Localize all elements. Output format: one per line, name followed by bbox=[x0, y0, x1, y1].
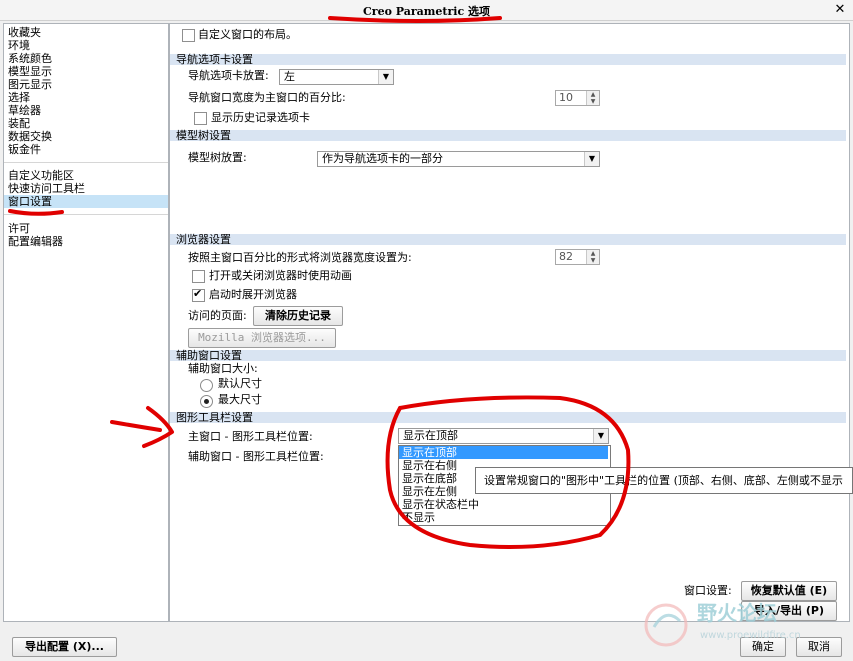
main-toolbar-position-label: 主窗口 - 图形工具栏位置: bbox=[188, 430, 313, 443]
option-status-bar[interactable]: 显示在状态栏中 bbox=[399, 498, 608, 511]
spinner-arrows-icon[interactable]: ▲ ▼ bbox=[586, 250, 599, 264]
chevron-down-icon[interactable]: ▼ bbox=[584, 152, 599, 166]
browser-width-spinner[interactable]: 82 ▲ ▼ bbox=[555, 249, 600, 265]
sidebar-item-assembly[interactable]: 装配 bbox=[8, 117, 30, 130]
option-hidden[interactable]: 不显示 bbox=[399, 511, 608, 524]
custom-layout-label: 自定义窗口的布局。 bbox=[198, 28, 297, 41]
nav-placement-value: 左 bbox=[284, 70, 295, 83]
graphics-toolbar-section-header: 图形工具栏设置 bbox=[170, 412, 846, 423]
nav-width-value: 10 bbox=[559, 91, 573, 104]
show-history-checkbox[interactable] bbox=[194, 112, 207, 125]
spinner-arrows-icon[interactable]: ▲ ▼ bbox=[586, 91, 599, 105]
sidebar-item-license[interactable]: 许可 bbox=[8, 222, 30, 235]
default-size-label: 默认尺寸 bbox=[218, 377, 262, 390]
browser-expand-checkbox[interactable] bbox=[192, 287, 205, 302]
model-tree-placement-value: 作为导航选项卡的一部分 bbox=[322, 152, 443, 165]
export-config-button[interactable]: 导出配置 (X)... bbox=[12, 637, 117, 657]
nav-placement-select[interactable]: 左 ▼ bbox=[279, 69, 394, 85]
sidebar-item-system-colors[interactable]: 系统颜色 bbox=[8, 52, 52, 65]
sidebar-item-model-display[interactable]: 模型显示 bbox=[8, 65, 52, 78]
clear-history-button[interactable]: 清除历史记录 bbox=[253, 306, 343, 326]
watermark-text: 野火论坛 bbox=[697, 601, 777, 625]
watermark-url: www.proewildfire.cn bbox=[700, 630, 801, 641]
sidebar-item-window-settings[interactable]: 窗口设置 bbox=[4, 195, 168, 208]
sidebar-item-quick-access[interactable]: 快速访问工具栏 bbox=[8, 182, 85, 195]
browser-section-header: 浏览器设置 bbox=[170, 234, 846, 245]
watermark-logo-icon bbox=[644, 603, 688, 647]
nav-placement-label: 导航选项卡放置: bbox=[188, 69, 269, 82]
sidebar-item-sketcher[interactable]: 草绘器 bbox=[8, 104, 41, 117]
nav-width-spinner[interactable]: 10 ▲ ▼ bbox=[555, 90, 600, 106]
option-top[interactable]: 显示在顶部 bbox=[399, 446, 608, 459]
browser-expand-label: 启动时展开浏览器 bbox=[209, 288, 297, 301]
tooltip: 设置常规窗口的"图形中"工具栏的位置 (顶部、右侧、底部、左侧或不显示 bbox=[475, 467, 853, 494]
show-history-label: 显示历史记录选项卡 bbox=[211, 111, 310, 124]
sidebar-item-data-exchange[interactable]: 数据交换 bbox=[8, 130, 52, 143]
browser-animation-label: 打开或关闭浏览器时使用动画 bbox=[209, 269, 352, 282]
sidebar-item-selection[interactable]: 选择 bbox=[8, 91, 30, 104]
model-tree-placement-select[interactable]: 作为导航选项卡的一部分 ▼ bbox=[317, 151, 600, 167]
nav-section-header: 导航选项卡设置 bbox=[170, 54, 846, 65]
default-size-radio[interactable] bbox=[200, 379, 213, 392]
options-sidebar: 收藏夹 环境 系统颜色 模型显示 图元显示 选择 草绘器 装配 数据交换 钣金件… bbox=[3, 23, 169, 622]
browser-width-label: 按照主窗口百分比的形式将浏览器宽度设置为: bbox=[188, 251, 412, 264]
mozilla-options-button[interactable]: Mozilla 浏览器选项... bbox=[188, 328, 336, 348]
aux-toolbar-position-label: 辅助窗口 - 图形工具栏位置: bbox=[188, 450, 324, 463]
max-size-radio[interactable] bbox=[200, 395, 213, 408]
sidebar-item-customize-ribbon[interactable]: 自定义功能区 bbox=[8, 169, 74, 182]
sidebar-divider bbox=[4, 162, 168, 163]
close-icon[interactable]: ✕ bbox=[832, 2, 848, 18]
chevron-down-icon[interactable]: ▼ bbox=[593, 429, 608, 443]
sidebar-item-environment[interactable]: 环境 bbox=[8, 39, 30, 52]
aux-section-header: 辅助窗口设置 bbox=[170, 350, 846, 361]
forum-watermark: 野火论坛 www.proewildfire.cn bbox=[640, 595, 850, 655]
model-tree-section-header: 模型树设置 bbox=[170, 130, 846, 141]
sidebar-item-entity-display[interactable]: 图元显示 bbox=[8, 78, 52, 91]
aux-size-label: 辅助窗口大小: bbox=[188, 362, 258, 375]
sidebar-item-sheetmetal[interactable]: 钣金件 bbox=[8, 143, 41, 156]
model-tree-placement-label: 模型树放置: bbox=[188, 151, 247, 164]
nav-width-label: 导航窗口宽度为主窗口的百分比: bbox=[188, 91, 346, 104]
sidebar-item-favorites[interactable]: 收藏夹 bbox=[8, 26, 41, 39]
sidebar-item-config-editor[interactable]: 配置编辑器 bbox=[8, 235, 63, 248]
visited-pages-label: 访问的页面: bbox=[188, 309, 247, 322]
max-size-label: 最大尺寸 bbox=[218, 393, 262, 406]
window-title: Creo Parametric 选项 bbox=[363, 5, 490, 18]
custom-layout-checkbox[interactable] bbox=[182, 29, 195, 42]
chevron-down-icon[interactable]: ▼ bbox=[378, 70, 393, 84]
browser-animation-checkbox[interactable] bbox=[192, 270, 205, 283]
browser-width-value: 82 bbox=[559, 250, 573, 263]
sidebar-divider bbox=[4, 214, 168, 215]
main-toolbar-position-value: 显示在顶部 bbox=[403, 429, 458, 442]
main-toolbar-position-select[interactable]: 显示在顶部 ▼ bbox=[398, 428, 609, 444]
